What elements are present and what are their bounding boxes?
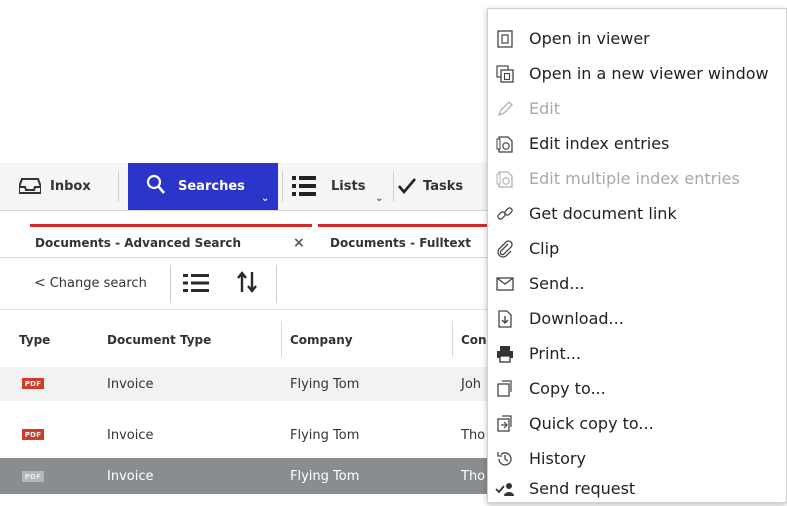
menu-item-label: Edit <box>529 99 560 118</box>
pencil-icon <box>494 98 516 120</box>
cell-company: Flying Tom <box>290 468 360 484</box>
menu-item-edit-multiple-index-entries: Edit multiple index entries <box>488 161 787 196</box>
printer-icon <box>494 343 516 365</box>
menu-item-label: Open in a new viewer window <box>529 64 769 83</box>
tab-label: Documents - Fulltext <box>330 235 471 250</box>
menu-item-label: Send request <box>529 479 636 498</box>
column-header-document-type[interactable]: Document Type <box>107 325 211 355</box>
menu-item-quick-copy-to[interactable]: Quick copy to... <box>488 406 787 441</box>
chevron-down-icon[interactable]: ⌄ <box>375 193 383 204</box>
envelope-icon <box>494 273 516 295</box>
menu-item-label: Open in viewer <box>529 29 650 48</box>
menu-item-clip[interactable]: Clip <box>488 231 787 266</box>
new-window-icon <box>494 63 516 85</box>
menu-item-label: Print... <box>529 344 582 363</box>
chevron-down-icon[interactable]: ⌄ <box>261 193 269 204</box>
menu-item-print[interactable]: Print... <box>488 336 787 371</box>
quick-copy-icon <box>494 413 516 435</box>
cell-document-type: Invoice <box>107 376 154 392</box>
menu-item-label: History <box>529 449 586 468</box>
cell-company: Flying Tom <box>290 427 360 443</box>
menu-item-label: Clip <box>529 239 560 258</box>
change-search-label: Change search <box>49 275 147 291</box>
menu-item-label: Copy to... <box>529 379 606 398</box>
menu-item-get-document-link[interactable]: Get document link <box>488 196 787 231</box>
table-row[interactable]: PDF Invoice Flying Tom Tho <box>0 418 500 452</box>
multi-index-icon <box>494 168 516 190</box>
menu-item-label: Get document link <box>529 204 677 223</box>
index-entries-icon <box>494 133 516 155</box>
nav-lists-label: Lists <box>331 179 366 194</box>
link-icon <box>494 203 516 225</box>
menu-item-download[interactable]: Download... <box>488 301 787 336</box>
pdf-icon: PDF <box>22 429 44 440</box>
cell-contact: Tho <box>461 427 486 443</box>
menu-item-label: Quick copy to... <box>529 414 654 433</box>
menu-item-open-in-viewer[interactable]: Open in viewer <box>488 21 787 56</box>
nav-inbox[interactable]: Inbox <box>0 163 118 210</box>
menu-item-label: Download... <box>529 309 624 328</box>
nav-tasks[interactable]: Tasks <box>394 163 500 210</box>
nav-tasks-label: Tasks <box>423 179 464 194</box>
nav-inbox-label: Inbox <box>50 179 91 194</box>
inbox-icon <box>18 177 42 199</box>
list-view-icon[interactable] <box>183 273 209 297</box>
cell-contact: Tho <box>461 468 486 484</box>
main-navbar: Inbox Searches ⌄ Lists ⌄ Tasks <box>0 163 500 211</box>
send-request-icon <box>494 478 516 500</box>
checkmark-icon <box>397 177 417 199</box>
sort-icon[interactable] <box>237 271 257 297</box>
context-menu: Open in viewer Open in a new viewer wind… <box>487 8 787 503</box>
chevron-left-icon: < <box>34 275 46 291</box>
nav-lists[interactable]: Lists ⌄ <box>283 163 393 210</box>
menu-item-copy-to[interactable]: Copy to... <box>488 371 787 406</box>
search-icon <box>146 174 166 200</box>
menu-item-edit: Edit <box>488 91 787 126</box>
column-header-contact[interactable]: Con <box>461 325 487 355</box>
history-icon <box>494 448 516 470</box>
tab-label: Documents - Advanced Search <box>35 235 242 250</box>
list-icon <box>292 176 316 200</box>
table-row-selected[interactable]: PDF Invoice Flying Tom Tho <box>0 458 500 494</box>
cell-contact: Joh <box>461 376 482 392</box>
cell-document-type: Invoice <box>107 468 154 484</box>
change-search-button[interactable]: < Change search <box>34 270 147 296</box>
paperclip-icon <box>494 238 516 260</box>
cell-document-type: Invoice <box>107 427 154 443</box>
close-icon[interactable]: × <box>293 235 305 251</box>
menu-item-open-new-window[interactable]: Open in a new viewer window <box>488 56 787 91</box>
nav-searches[interactable]: Searches ⌄ <box>128 163 278 210</box>
download-icon <box>494 308 516 330</box>
cell-company: Flying Tom <box>290 376 360 392</box>
copy-icon <box>494 378 516 400</box>
column-header-type[interactable]: Type <box>19 325 50 355</box>
menu-item-edit-index-entries[interactable]: Edit index entries <box>488 126 787 161</box>
menu-item-label: Send... <box>529 274 585 293</box>
pdf-icon: PDF <box>22 378 44 389</box>
menu-item-label: Edit multiple index entries <box>529 169 740 188</box>
tab-fulltext[interactable]: Documents - Fulltext <box>318 224 500 258</box>
pdf-icon: PDF <box>22 471 44 482</box>
table-row[interactable]: PDF Invoice Flying Tom Joh <box>0 367 500 401</box>
nav-searches-label: Searches <box>178 179 245 194</box>
menu-item-label: Edit index entries <box>529 134 670 153</box>
results-toolbar: < Change search <box>0 258 500 310</box>
tab-advanced-search[interactable]: Documents - Advanced Search × <box>30 224 312 258</box>
column-header-company[interactable]: Company <box>290 325 353 355</box>
menu-item-send[interactable]: Send... <box>488 266 787 301</box>
document-viewer-icon <box>494 28 516 50</box>
menu-item-send-request[interactable]: Send request <box>488 471 787 506</box>
